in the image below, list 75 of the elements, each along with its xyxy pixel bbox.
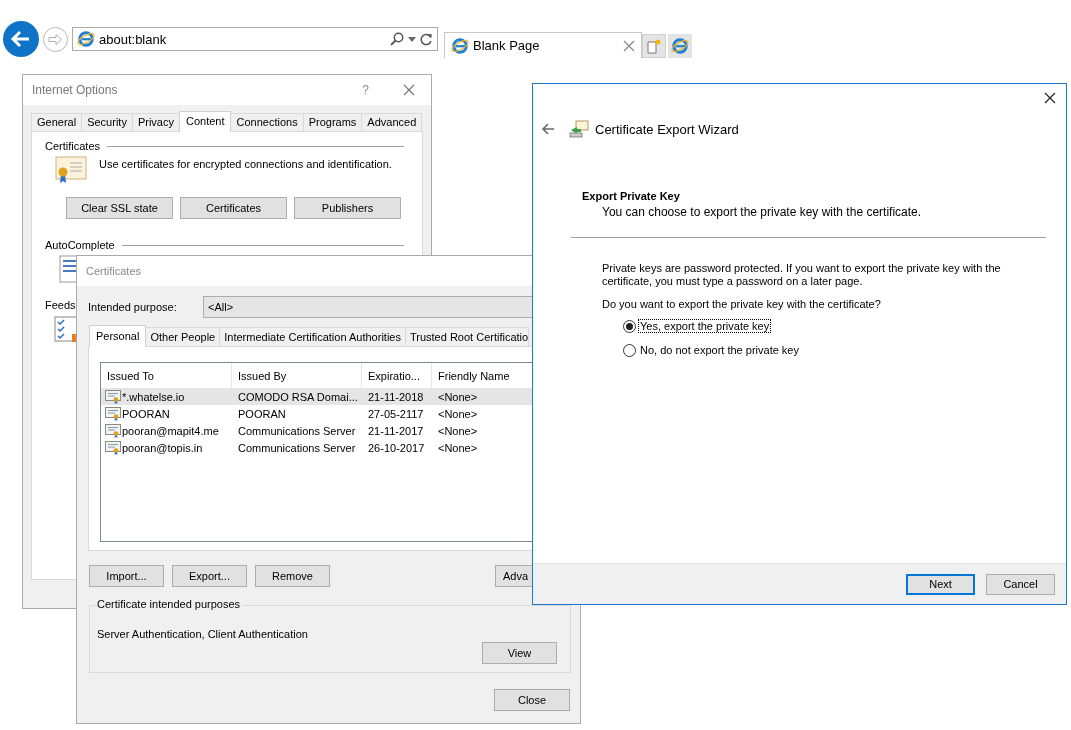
tab[interactable]: Trusted Root Certificatio [404, 327, 530, 346]
section-heading: Export Private Key [582, 190, 681, 202]
dialog-button[interactable]: Clear SSL state [66, 197, 173, 219]
tab[interactable]: Security [81, 113, 133, 131]
purposes-text: Server Authentication, Client Authentication [97, 628, 309, 640]
table-cell: 27-05-2117 [368, 407, 424, 420]
dialog-button[interactable]: Next [906, 573, 975, 595]
certificate-icon [105, 389, 121, 404]
new-page-icon [647, 38, 661, 54]
table-cell: <None> [438, 424, 478, 437]
tab[interactable]: Other People [145, 327, 221, 346]
close-icon[interactable] [1044, 92, 1056, 104]
browser-tab[interactable]: Blank Page [444, 32, 642, 58]
field-label: Intended purpose: [88, 301, 178, 313]
tab[interactable]: Personal [89, 325, 147, 347]
group-title: Certificates [45, 140, 101, 152]
dialog-button[interactable]: Remove [255, 565, 330, 587]
certificate-icon [105, 423, 121, 438]
table-cell: COMODO RSA Domai... [238, 390, 358, 403]
tab[interactable]: Programs [302, 113, 363, 131]
table-cell: Communications Server [238, 424, 356, 437]
dialog-button[interactable]: Certificates [180, 197, 287, 219]
certificate-icon [105, 440, 121, 455]
group-title: Certificate intended purposes [97, 598, 243, 610]
tab[interactable]: Content [178, 111, 232, 132]
caret-icon[interactable] [408, 36, 416, 42]
back-arrow-icon[interactable] [541, 123, 555, 135]
table-cell: *.whatelse.io [122, 390, 185, 403]
address-bar[interactable]: about:blank [72, 27, 438, 51]
certificates-description: Use certificates for encrypted connections and identification. [99, 157, 392, 170]
table-cell: pooran@mapit4.me [122, 424, 219, 437]
table-cell: Communications Server [238, 441, 356, 454]
table-cell: pooran@topis.in [122, 441, 203, 454]
table-cell: <None> [438, 407, 478, 420]
wizard-title: Certificate Export Wizard [595, 121, 739, 137]
browser-icon [451, 36, 469, 55]
window-title: Certificates [86, 265, 142, 277]
close-button[interactable]: Close [494, 689, 570, 711]
question-text: Do you want to export the private key with the certificate? [601, 297, 882, 310]
table-cell: <None> [438, 441, 478, 454]
certificate-icon [105, 406, 121, 421]
group-title: Feeds [45, 299, 76, 311]
back-button[interactable] [3, 21, 39, 57]
radio-button[interactable] [623, 343, 636, 357]
table-cell: 21-11-2018 [368, 390, 424, 403]
refresh-icon[interactable] [420, 32, 433, 46]
body-text: Private keys are password protected. If you want to export the private key with the certificate, you must type a password on a later page. [601, 261, 1002, 288]
table-cell: 21-11-2017 [368, 424, 424, 437]
edge-button[interactable] [668, 34, 692, 58]
window-title: Internet Options [32, 83, 119, 97]
radio-button[interactable] [623, 319, 636, 333]
browser-icon [77, 30, 95, 48]
tab[interactable]: Advanced [361, 113, 423, 131]
dialog-button[interactable]: Publishers [294, 197, 401, 219]
dialog-button[interactable]: Export... [172, 565, 247, 587]
view-button[interactable]: View [482, 642, 557, 664]
dialog-button[interactable]: Import... [89, 565, 164, 587]
group-title: AutoComplete [45, 239, 115, 251]
table-cell: 26-10-2017 [368, 441, 425, 454]
table-cell: <None> [438, 390, 478, 403]
dialog-button[interactable]: Cancel [986, 573, 1055, 595]
certificate-icon [55, 156, 87, 184]
table-cell: POORAN [122, 407, 170, 420]
arrow-left-icon [10, 28, 32, 50]
certificate-export-icon [569, 120, 589, 138]
radio-label[interactable]: Yes, export the private key [638, 319, 772, 333]
help-button[interactable]: ? [362, 83, 369, 97]
arrow-right-icon [48, 32, 63, 46]
radio-label[interactable]: No, do not export the private key [638, 343, 801, 357]
table-cell: POORAN [238, 407, 286, 420]
tab[interactable]: General [31, 113, 83, 131]
section-subheading: You can choose to export the private key with the certificate. [601, 204, 923, 219]
search-icon[interactable] [390, 32, 404, 46]
tab[interactable]: Privacy [131, 113, 180, 131]
browser-icon [671, 37, 689, 55]
